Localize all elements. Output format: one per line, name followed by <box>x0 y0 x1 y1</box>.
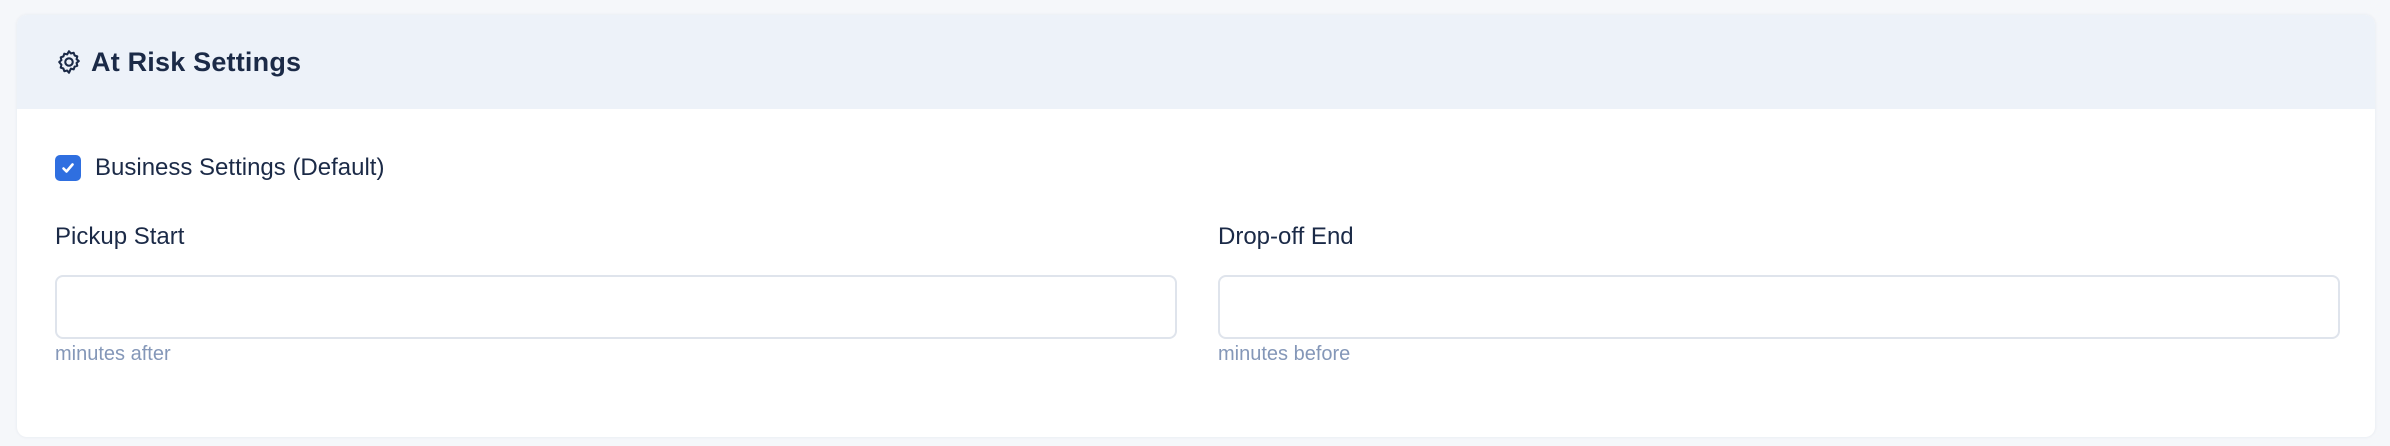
business-settings-label[interactable]: Business Settings (Default) <box>95 154 384 182</box>
at-risk-settings-card: At Risk Settings Business Settings (Defa… <box>17 15 2375 437</box>
card-title: At Risk Settings <box>91 46 302 77</box>
business-settings-checkbox[interactable] <box>55 155 81 181</box>
business-settings-row[interactable]: Business Settings (Default) <box>55 154 384 182</box>
pickup-start-label: Pickup Start <box>55 223 185 250</box>
dropoff-end-input[interactable] <box>1218 275 2340 339</box>
gear-icon <box>55 48 83 76</box>
pickup-start-hint: minutes after <box>55 343 171 365</box>
dropoff-end-hint: minutes before <box>1218 343 1351 365</box>
checkmark-icon <box>62 163 74 173</box>
pickup-start-field: Pickup Start minutes after <box>55 223 1177 366</box>
dropoff-end-field: Drop-off End minutes before <box>1218 223 2340 366</box>
card-header: At Risk Settings <box>17 15 2375 109</box>
dropoff-end-label: Drop-off End <box>1218 223 1354 250</box>
pickup-start-input[interactable] <box>55 275 1177 339</box>
